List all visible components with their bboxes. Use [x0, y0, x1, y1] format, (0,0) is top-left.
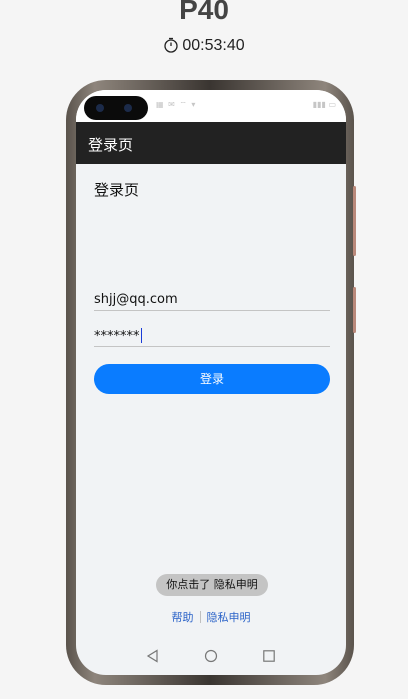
email-field[interactable]: shjj@qq.com	[94, 290, 330, 311]
toast-message: 你点击了 隐私申明	[156, 574, 268, 596]
device-title: P40	[179, 0, 229, 25]
footer-divider	[199, 611, 201, 623]
app-bar-title: 登录页	[88, 136, 134, 154]
app-bar: 登录页	[76, 122, 346, 164]
password-field[interactable]: *******	[94, 326, 330, 347]
text-cursor	[140, 328, 142, 343]
phone-screen: ▦ ✉ ⌔ ▾ ▮▮▮ ▭ 登录页 登录页 shjj@qq.com ******…	[76, 90, 346, 675]
login-button[interactable]: 登录	[94, 364, 330, 394]
timer-value: 00:53:40	[182, 37, 245, 54]
recents-nav-icon[interactable]	[262, 649, 276, 663]
power-button	[353, 287, 356, 333]
session-timer: 00:53:40	[0, 37, 408, 55]
password-value: *******	[94, 329, 140, 344]
stopwatch-icon	[164, 37, 179, 53]
status-icons-left: ▦ ✉ ⌔ ▾	[156, 100, 197, 109]
footer-links: 帮助 隐私申明	[76, 609, 346, 625]
privacy-link[interactable]: 隐私申明	[207, 611, 251, 624]
status-icons-right: ▮▮▮ ▭	[312, 100, 336, 109]
help-link[interactable]: 帮助	[172, 611, 194, 624]
page-heading: 登录页	[94, 181, 140, 199]
camera-lens	[96, 104, 104, 112]
volume-button	[353, 186, 356, 256]
status-bar: ▦ ✉ ⌔ ▾ ▮▮▮ ▭	[76, 90, 346, 122]
home-nav-icon[interactable]	[204, 649, 218, 663]
email-value: shjj@qq.com	[94, 292, 178, 307]
back-nav-icon[interactable]	[146, 649, 160, 663]
front-camera	[84, 96, 148, 120]
password-value-wrap: *******	[94, 328, 142, 344]
navigation-bar	[76, 645, 346, 669]
camera-lens	[124, 104, 132, 112]
